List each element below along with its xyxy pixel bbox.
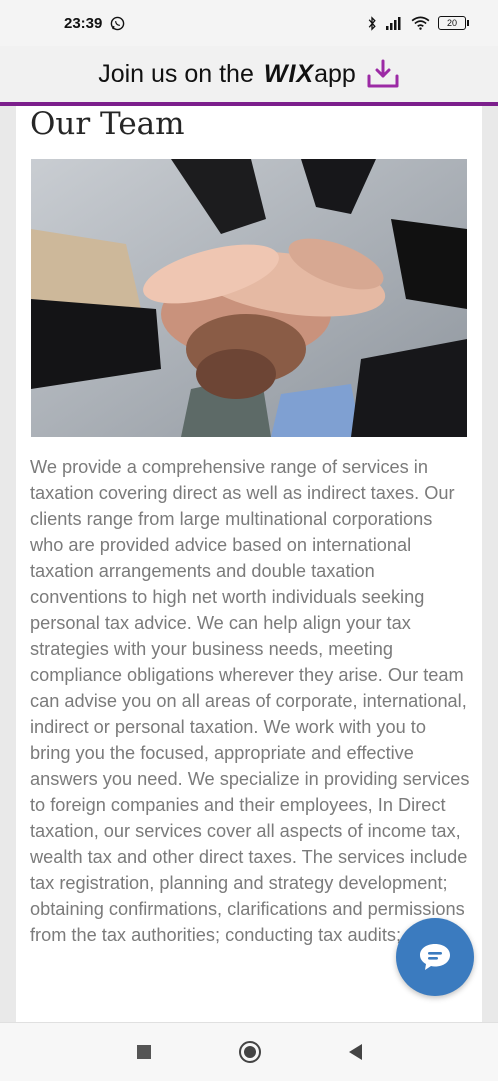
wifi-icon	[411, 16, 430, 30]
download-icon[interactable]	[366, 59, 400, 89]
chat-button[interactable]	[396, 918, 474, 996]
bluetooth-icon	[368, 15, 376, 31]
status-time: 23:39	[64, 14, 103, 32]
signal-icon	[386, 16, 401, 30]
home-circle-icon[interactable]	[238, 1041, 261, 1063]
whatsapp-icon	[111, 16, 125, 30]
status-left: 23:39	[64, 15, 125, 32]
wix-logo: WIX	[263, 59, 315, 88]
status-right: 20	[367, 15, 469, 31]
team-description: We provide a comprehensive range of serv…	[30, 457, 470, 945]
team-hands-image	[31, 159, 467, 437]
battery-icon: 20	[438, 16, 469, 30]
chat-bubble-icon	[420, 944, 450, 970]
content-card: Our Team We provide a comprehensive rang…	[16, 106, 482, 1022]
wix-app-banner[interactable]: Join us on the WIX app	[0, 46, 498, 106]
status-bar: 23:39 20	[0, 0, 498, 46]
battery-level: 20	[446, 18, 457, 28]
system-nav-bar	[0, 1022, 498, 1081]
banner-prefix: Join us on the	[98, 59, 254, 88]
recents-square-icon[interactable]	[136, 1045, 151, 1059]
back-triangle-icon[interactable]	[348, 1044, 362, 1060]
page-title: Our Team	[30, 106, 185, 142]
banner-suffix: app	[314, 59, 356, 88]
